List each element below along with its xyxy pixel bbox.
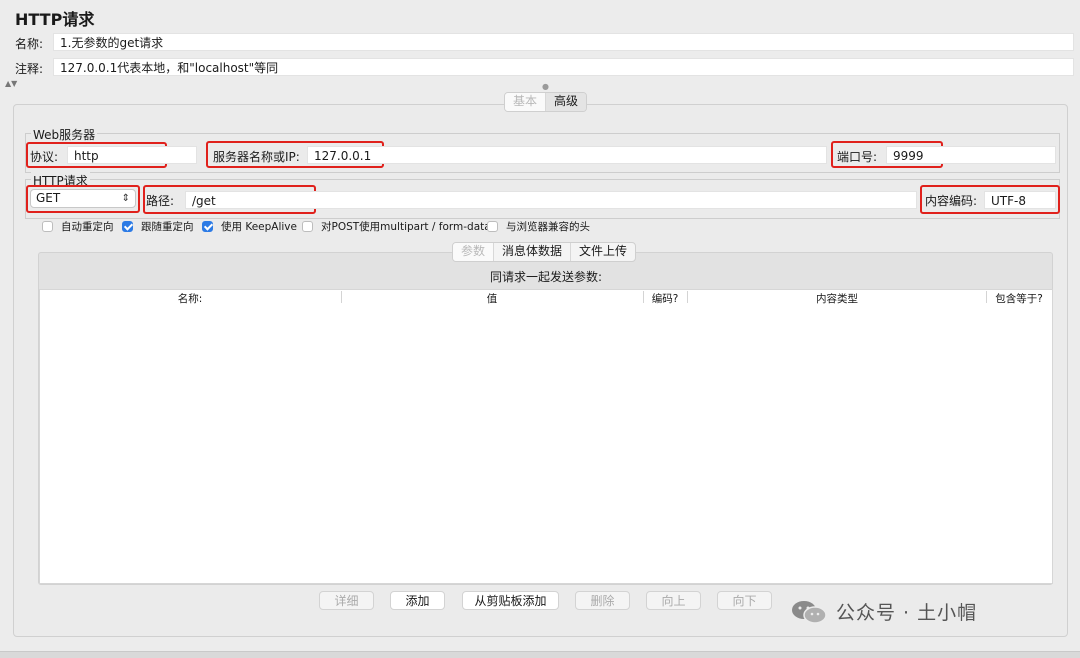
path-label: 路径: <box>146 194 175 208</box>
server-field[interactable]: 127.0.0.1 <box>307 146 827 164</box>
inner-tabs: 参数 消息体数据 文件上传 <box>452 242 637 262</box>
option-keepalive[interactable]: 使用 KeepAlive <box>202 219 297 234</box>
method-value: GET <box>36 191 61 205</box>
protocol-label: 协议: <box>30 150 59 164</box>
tab-params[interactable]: 参数 <box>453 243 495 261</box>
checkbox[interactable] <box>487 221 498 232</box>
name-field[interactable]: 1.无参数的get请求 <box>53 33 1074 51</box>
detail-button[interactable]: 详细 <box>319 591 374 610</box>
splitter-handle-icon[interactable]: ● <box>542 82 549 91</box>
tab-basic[interactable]: 基本 <box>505 93 547 111</box>
option-label: 自动重定向 <box>61 221 114 233</box>
checkbox[interactable] <box>202 221 213 232</box>
name-label: 名称: <box>15 37 44 51</box>
checkbox[interactable] <box>122 221 133 232</box>
move-up-button[interactable]: 向上 <box>646 591 701 610</box>
column-header-value[interactable]: 值 <box>342 291 642 306</box>
params-table[interactable] <box>39 289 1053 584</box>
column-header-content-type[interactable]: 内容类型 <box>688 291 986 306</box>
port-label: 端口号: <box>837 150 878 164</box>
server-label: 服务器名称或IP: <box>213 150 300 164</box>
tab-advanced[interactable]: 高级 <box>546 93 587 111</box>
column-header-name[interactable]: 名称: <box>40 291 340 306</box>
option-browser-headers[interactable]: 与浏览器兼容的头 <box>487 219 590 234</box>
port-field[interactable]: 9999 <box>886 146 1056 164</box>
option-follow-redirect[interactable]: 跟随重定向 <box>122 219 194 234</box>
top-tabs: 基本 高级 <box>504 92 588 112</box>
option-auto-redirect[interactable]: 自动重定向 <box>42 219 114 234</box>
web-server-legend: Web服务器 <box>31 126 98 143</box>
protocol-field[interactable]: http <box>67 146 197 164</box>
column-header-include-equals[interactable]: 包含等于? <box>987 291 1051 306</box>
delete-button[interactable]: 删除 <box>575 591 630 610</box>
checkbox[interactable] <box>302 221 313 232</box>
page-title: HTTP请求 <box>15 10 95 29</box>
move-down-button[interactable]: 向下 <box>717 591 772 610</box>
collapse-arrows-icon[interactable]: ▲▼ <box>5 79 17 88</box>
params-caption: 同请求一起发送参数: <box>489 270 603 284</box>
option-label: 跟随重定向 <box>141 221 194 233</box>
checkbox[interactable] <box>42 221 53 232</box>
comment-label: 注释: <box>15 62 44 76</box>
updown-chevron-icon: ⇕ <box>121 193 130 204</box>
wechat-icon <box>792 600 827 624</box>
tab-body-data[interactable]: 消息体数据 <box>494 243 572 261</box>
option-label: 使用 KeepAlive <box>221 221 297 233</box>
comment-field[interactable]: 127.0.0.1代表本地，和"localhost"等同 <box>53 58 1074 76</box>
column-header-encode[interactable]: 编码? <box>644 291 686 306</box>
encoding-field[interactable]: UTF-8 <box>984 191 1056 209</box>
add-button[interactable]: 添加 <box>390 591 445 610</box>
encoding-label: 内容编码: <box>925 194 978 208</box>
method-select[interactable]: GET ⇕ <box>30 189 136 208</box>
option-multipart[interactable]: 对POST使用multipart / form-data <box>302 219 491 234</box>
watermark-text: 公众号 · 土小帽 <box>836 602 978 624</box>
add-from-clipboard-button[interactable]: 从剪贴板添加 <box>462 591 559 610</box>
option-label: 对POST使用multipart / form-data <box>321 221 491 233</box>
path-field[interactable]: /get <box>185 191 917 209</box>
watermark: 公众号 · 土小帽 <box>790 598 977 625</box>
option-label: 与浏览器兼容的头 <box>506 221 590 233</box>
tab-file-upload[interactable]: 文件上传 <box>571 243 635 261</box>
